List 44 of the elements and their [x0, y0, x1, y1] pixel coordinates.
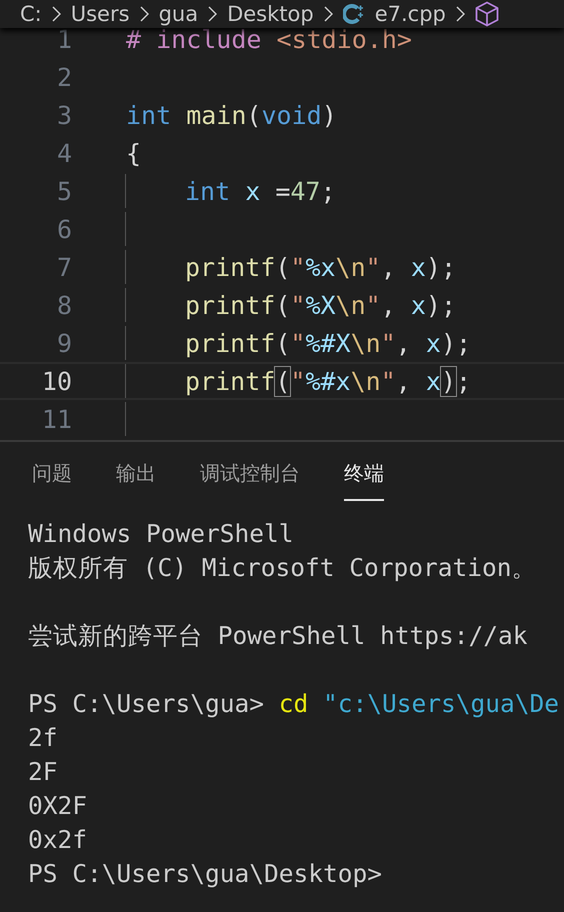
terminal-line: 尝试新的跨平台 PowerShell https://ak	[28, 621, 528, 650]
code-line: printf("%#X\n", x);	[185, 328, 472, 358]
breadcrumb-item[interactable]: Desktop	[227, 2, 314, 26]
line-number: 9	[56, 328, 72, 358]
cpp-file-icon	[342, 3, 365, 25]
line-number: 7	[56, 252, 72, 282]
code-line: printf("%X\n", x);	[185, 290, 456, 320]
terminal-line: 版权所有 (C) Microsoft Corporation。	[28, 553, 537, 582]
terminal-line: PS C:\Users\gua\Desktop>	[28, 859, 382, 888]
panel-tab[interactable]: 调试控制台	[200, 460, 300, 501]
breadcrumb-item[interactable]: Users	[70, 2, 130, 26]
line-number: 10	[40, 366, 72, 396]
code-line: int x =47;	[185, 176, 336, 206]
terminal-line: 2f	[28, 723, 58, 752]
chevron-right-icon	[52, 6, 61, 22]
terminal-line: 2F	[28, 757, 58, 786]
breadcrumb-item[interactable]: e7.cpp	[374, 2, 446, 26]
code-line: printf("%x\n", x);	[185, 252, 456, 282]
breadcrumb-item[interactable]: C:	[20, 2, 42, 26]
line-number: 1	[56, 28, 72, 54]
chevron-right-icon	[324, 6, 333, 22]
chevron-right-icon	[208, 6, 218, 22]
panel-tab[interactable]: 终端	[344, 460, 384, 501]
line-number: 11	[40, 404, 72, 434]
code-line: int main(void)	[126, 100, 337, 130]
panel-tab[interactable]: 输出	[116, 460, 156, 501]
panel-tab[interactable]: 问题	[32, 460, 72, 501]
terminal-line: Windows PowerShell	[28, 519, 294, 548]
line-number: 2	[56, 62, 72, 92]
line-number: 4	[56, 138, 72, 168]
line-number: 8	[56, 290, 72, 320]
cube-icon	[474, 1, 499, 27]
chevron-right-icon	[456, 6, 465, 22]
code-line: {	[126, 138, 142, 168]
terminal-line: PS C:\Users\gua> cd "c:\Users\gua\De	[28, 689, 560, 718]
line-number: 3	[56, 100, 72, 130]
chevron-right-icon	[140, 6, 149, 22]
terminal-line: 0X2F	[28, 791, 88, 820]
line-number: 6	[56, 214, 72, 244]
code-line: printf("%#x\n", x);	[185, 366, 472, 396]
line-number: 5	[56, 176, 72, 206]
code-line: # include <stdio.h>	[126, 28, 412, 54]
terminal-line: 0x2f	[28, 825, 88, 854]
breadcrumb-item[interactable]: gua	[158, 2, 198, 26]
